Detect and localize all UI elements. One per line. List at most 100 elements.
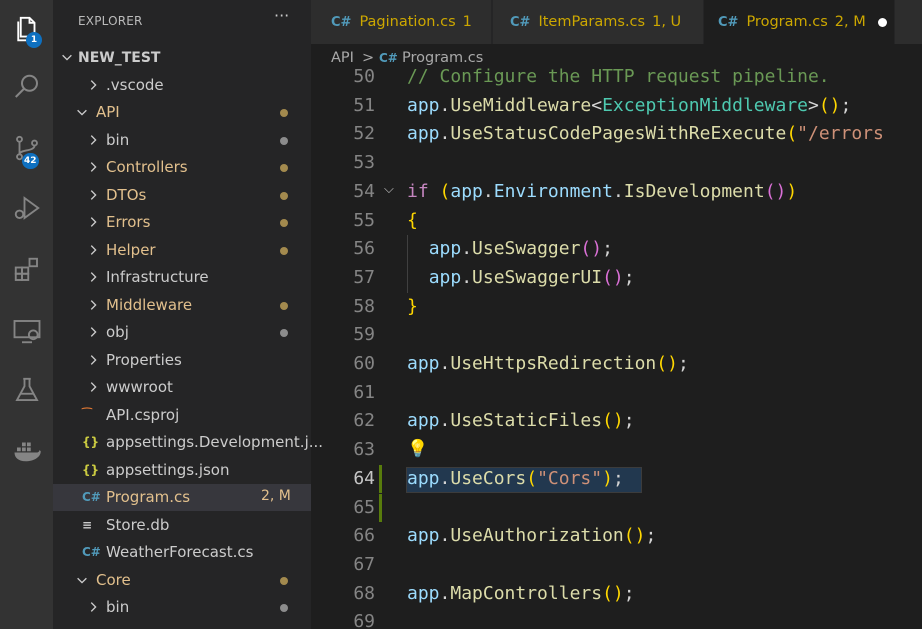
code-text: }: [407, 295, 418, 317]
indent-guide: [407, 235, 408, 293]
lightbulb-icon[interactable]: 💡: [407, 439, 428, 459]
tree-file[interactable]: C# Program.cs 2, M: [53, 484, 311, 511]
tree-file[interactable]: C# WeatherForecast.cs: [53, 539, 311, 566]
code-line[interactable]: 51 app.UseMiddleware<ExceptionMiddleware>…: [311, 92, 922, 121]
code-line[interactable]: 53: [311, 149, 922, 178]
code-line[interactable]: 62 app.UseStaticFiles();: [311, 407, 922, 436]
tree-folder[interactable]: API: [53, 99, 311, 126]
tree-item-label: WeatherForecast.cs: [106, 543, 254, 561]
fold-chevron-icon[interactable]: ⌵: [384, 182, 394, 197]
tree-file[interactable]: {} appsettings.Development.j...: [53, 429, 323, 456]
tree-folder[interactable]: Core: [53, 567, 311, 594]
tree-folder[interactable]: Helper: [53, 237, 311, 264]
code-line[interactable]: 54 ⌵ if (app.Environment.IsDevelopment()): [311, 178, 922, 207]
git-status-dot: [280, 164, 288, 172]
code-line[interactable]: 64 app.UseCors("Cors");: [311, 464, 922, 494]
code-text: // Configure the HTTP request pipeline.: [407, 66, 830, 87]
tab-pagination[interactable]: C# Pagination.cs 1: [311, 0, 492, 44]
line-number: 53: [353, 152, 375, 174]
tab-program[interactable]: C# Program.cs 2, M: [704, 0, 895, 44]
chevron-down-icon: [60, 50, 74, 64]
code-line[interactable]: 67: [311, 551, 922, 580]
git-status-dot: [280, 136, 288, 145]
code-text: {: [407, 209, 418, 231]
tree-folder[interactable]: Properties: [53, 347, 311, 374]
source-control-icon[interactable]: 42: [0, 124, 53, 172]
workspace-root[interactable]: NEW_TEST: [53, 44, 311, 71]
tree-item-label: bin: [106, 130, 130, 149]
code-line[interactable]: 58}: [311, 293, 922, 322]
code-line[interactable]: 68 app.MapControllers();: [311, 580, 922, 609]
csharp-icon: C#: [510, 14, 531, 30]
run-debug-icon[interactable]: [0, 184, 53, 232]
line-number: 51: [353, 94, 375, 116]
tab-label: Program.cs: [746, 14, 828, 30]
code-editor[interactable]: 50 // Configure the HTTP request pipeline…: [311, 64, 922, 629]
json-icon: {}: [82, 462, 100, 477]
tree-file[interactable]: ⁀ API.csproj: [53, 402, 311, 429]
code-line[interactable]: 60 app.UseHttpsRedirection();: [311, 350, 922, 379]
tree-folder[interactable]: bin: [53, 127, 311, 154]
line-number: 56: [353, 238, 375, 260]
chevron-right-icon: [86, 243, 100, 257]
code-text: app.UseSwaggerUI();: [428, 266, 635, 288]
explorer-sidebar: EXPLORER ··· NEW_TEST .vscode API bin Contr…: [53, 0, 323, 629]
line-number: 52: [353, 123, 375, 145]
code-line[interactable]: 66 app.UseAuthorization();: [311, 522, 922, 551]
rss-icon: ⁀: [82, 407, 92, 422]
csharp-icon: C#: [379, 51, 398, 65]
tree-folder[interactable]: DTOs: [53, 182, 311, 209]
activity-bar: 1 42: [0, 0, 53, 629]
tree-file[interactable]: {} appsettings.json: [53, 457, 311, 484]
tree-item-label: Store.db: [106, 515, 170, 534]
code-line[interactable]: 59: [311, 321, 922, 350]
more-actions-icon[interactable]: ···: [274, 6, 289, 25]
git-status-dot: [280, 301, 288, 310]
tree-file[interactable]: ≡ Store.db: [53, 512, 311, 539]
code-line[interactable]: 50 // Configure the HTTP request pipeline…: [311, 64, 922, 92]
chevron-right-icon: [86, 133, 100, 147]
tree-folder[interactable]: .vscode: [53, 72, 311, 99]
tab-label: Pagination.cs: [359, 14, 456, 30]
tree-folder[interactable]: Errors: [53, 209, 311, 236]
tree-folder[interactable]: Controllers: [53, 154, 311, 181]
code-line[interactable]: 55 {: [311, 207, 922, 236]
tree-folder[interactable]: obj: [53, 319, 311, 346]
extensions-icon[interactable]: [0, 246, 53, 294]
tree-folder[interactable]: bin: [53, 594, 311, 621]
code-line[interactable]: 65: [311, 493, 922, 523]
line-number: 58: [353, 295, 375, 317]
editor-tabs: C# Pagination.cs 1 C# ItemParams.cs 1, U…: [311, 0, 922, 44]
tree-item-label: DTOs: [106, 185, 147, 204]
tree-folder[interactable]: Infrastructure: [53, 264, 311, 291]
tree-item-label: API.csproj: [106, 405, 180, 424]
tree-folder[interactable]: wwwroot: [53, 374, 311, 401]
remote-explorer-icon[interactable]: [0, 307, 53, 355]
tree-folder[interactable]: Middleware: [53, 292, 311, 319]
code-line[interactable]: 56 app.UseSwagger();: [311, 235, 922, 264]
modified-gutter-marker[interactable]: [379, 464, 382, 494]
line-number: 65: [353, 496, 375, 518]
tree-item-label: appsettings.json: [106, 460, 230, 479]
tab-itemparams[interactable]: C# ItemParams.cs 1, U: [493, 0, 704, 44]
docker-icon[interactable]: [0, 426, 53, 474]
code-text: app.UseCors("Cors");: [407, 467, 624, 489]
database-icon: ≡: [82, 517, 93, 532]
code-line[interactable]: 61: [311, 379, 922, 408]
tree-item-label: Controllers: [106, 158, 188, 176]
line-number: 61: [353, 381, 375, 403]
tab-overflow[interactable]: [895, 0, 922, 44]
csharp-icon: C#: [718, 14, 739, 30]
code-line[interactable]: 52 app.UseStatusCodePagesWithReExecute("/…: [311, 120, 922, 149]
modified-gutter-marker[interactable]: [379, 493, 382, 523]
tree-item-label: wwwroot: [106, 378, 173, 396]
search-icon[interactable]: [0, 63, 53, 111]
code-line[interactable]: 69: [311, 608, 922, 629]
git-status-dot: [280, 109, 288, 117]
code-line[interactable]: 57 app.UseSwaggerUI();: [311, 264, 922, 293]
files-icon[interactable]: 1: [0, 5, 53, 53]
code-line[interactable]: 63 💡: [311, 436, 922, 465]
tree-item-label: bin: [106, 598, 130, 616]
testing-icon[interactable]: [0, 366, 53, 414]
unsaved-dot-icon[interactable]: [877, 17, 887, 27]
